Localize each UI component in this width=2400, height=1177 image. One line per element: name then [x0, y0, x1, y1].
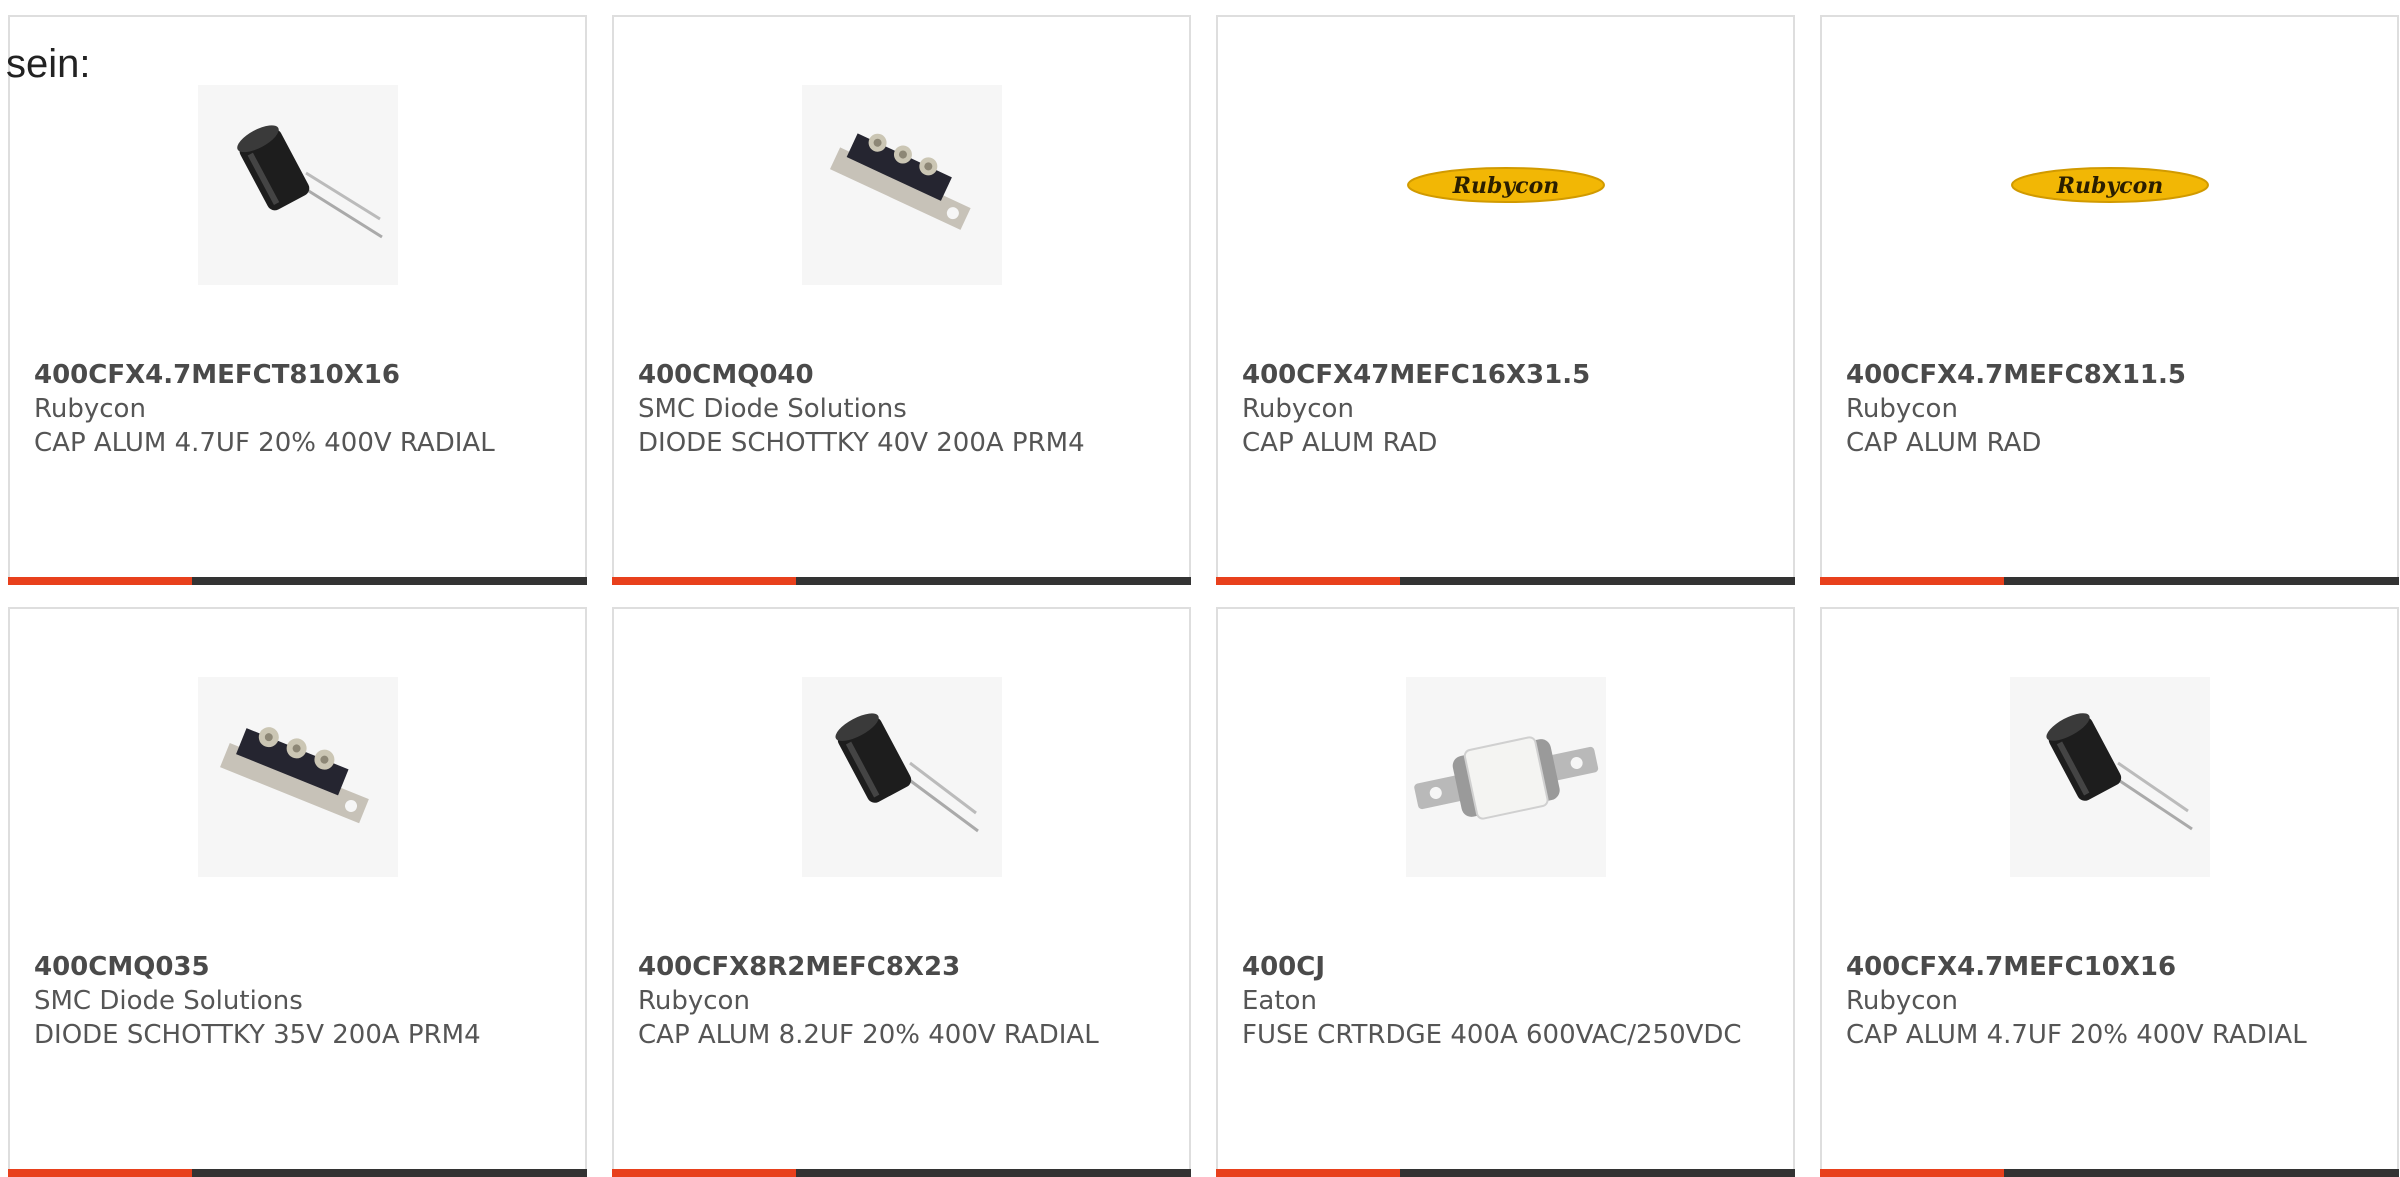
- product-card[interactable]: 400CFX8R2MEFC8X23 Rubycon CAP ALUM 8.2UF…: [612, 607, 1191, 1177]
- description: CAP ALUM 8.2UF 20% 400V RADIAL: [638, 1020, 1099, 1050]
- radial-capacitor-icon[interactable]: [801, 677, 1002, 877]
- product-card[interactable]: 400CMQ040 SMC Diode Solutions DIODE SCHO…: [612, 15, 1191, 585]
- part-number-link[interactable]: 400CFX8R2MEFC8X23: [638, 950, 1169, 984]
- card-accent-bar: [1216, 577, 1400, 585]
- card-accent-bar: [612, 577, 796, 585]
- description: CAP ALUM 4.7UF 20% 400V RADIAL: [1846, 1020, 2307, 1050]
- part-number-link[interactable]: 400CFX4.7MEFC10X16: [1846, 950, 2377, 984]
- card-accent-bar: [8, 1169, 192, 1177]
- product-card[interactable]: 400CMQ035 SMC Diode Solutions DIODE SCHO…: [8, 607, 587, 1177]
- manufacturer: SMC Diode Solutions: [638, 394, 907, 424]
- manufacturer: Rubycon: [34, 394, 146, 424]
- card-accent-bar: [1216, 1169, 1400, 1177]
- part-number-link[interactable]: 400CFX47MEFC16X31.5: [1242, 358, 1773, 392]
- intro-text: sein:: [6, 42, 91, 86]
- product-card[interactable]: Rubycon 400CFX4.7MEFC8X11.5 Rubycon CAP …: [1820, 15, 2399, 585]
- product-info: 400CMQ040 SMC Diode Solutions DIODE SCHO…: [638, 358, 1169, 460]
- part-number-link[interactable]: 400CMQ035: [34, 950, 565, 984]
- card-bottom-bar: [1820, 1169, 2399, 1177]
- rubycon-logo[interactable]: Rubycon: [1406, 85, 1606, 285]
- card-bottom-bar: [612, 577, 1191, 585]
- manufacturer: Rubycon: [1846, 394, 1958, 424]
- card-bottom-bar: [1820, 577, 2399, 585]
- card-accent-bar: [612, 1169, 796, 1177]
- card-bottom-bar: [612, 1169, 1191, 1177]
- manufacturer: Rubycon: [1846, 986, 1958, 1016]
- manufacturer: SMC Diode Solutions: [34, 986, 303, 1016]
- card-accent-bar: [8, 577, 192, 585]
- product-info: 400CFX4.7MEFC10X16 Rubycon CAP ALUM 4.7U…: [1846, 950, 2377, 1052]
- manufacturer: Rubycon: [1242, 394, 1354, 424]
- manufacturer: Eaton: [1242, 986, 1317, 1016]
- cartridge-fuse-icon[interactable]: [1405, 677, 1606, 877]
- logo-text: Rubycon: [1451, 173, 1559, 199]
- card-bottom-bar: [8, 577, 587, 585]
- description: CAP ALUM RAD: [1242, 428, 1438, 458]
- product-card[interactable]: 400CFX4.7MEFCT810X16 Rubycon CAP ALUM 4.…: [8, 15, 587, 585]
- part-number-link[interactable]: 400CJ: [1242, 950, 1773, 984]
- product-card[interactable]: 400CFX4.7MEFC10X16 Rubycon CAP ALUM 4.7U…: [1820, 607, 2399, 1177]
- card-accent-bar: [1820, 1169, 2004, 1177]
- card-accent-bar: [1820, 577, 2004, 585]
- description: CAP ALUM RAD: [1846, 428, 2042, 458]
- product-info: 400CFX4.7MEFC8X11.5 Rubycon CAP ALUM RAD: [1846, 358, 2377, 460]
- product-info: 400CMQ035 SMC Diode Solutions DIODE SCHO…: [34, 950, 565, 1052]
- product-card[interactable]: Rubycon 400CFX47MEFC16X31.5 Rubycon CAP …: [1216, 15, 1795, 585]
- card-bottom-bar: [1216, 1169, 1795, 1177]
- description: FUSE CRTRDGE 400A 600VAC/250VDC: [1242, 1020, 1742, 1050]
- product-card[interactable]: 400CJ Eaton FUSE CRTRDGE 400A 600VAC/250…: [1216, 607, 1795, 1177]
- manufacturer: Rubycon: [638, 986, 750, 1016]
- product-info: 400CFX8R2MEFC8X23 Rubycon CAP ALUM 8.2UF…: [638, 950, 1169, 1052]
- part-number-link[interactable]: 400CFX4.7MEFC8X11.5: [1846, 358, 2377, 392]
- part-number-link[interactable]: 400CFX4.7MEFCT810X16: [34, 358, 565, 392]
- card-bottom-bar: [8, 1169, 587, 1177]
- part-number-link[interactable]: 400CMQ040: [638, 358, 1169, 392]
- product-info: 400CJ Eaton FUSE CRTRDGE 400A 600VAC/250…: [1242, 950, 1773, 1052]
- radial-capacitor-icon[interactable]: [2009, 677, 2210, 877]
- logo-text: Rubycon: [2055, 173, 2163, 199]
- radial-capacitor-icon[interactable]: [197, 85, 398, 285]
- description: DIODE SCHOTTKY 35V 200A PRM4: [34, 1020, 481, 1050]
- rubycon-logo[interactable]: Rubycon: [2010, 85, 2210, 285]
- diode-module-icon[interactable]: [197, 677, 398, 877]
- product-info: 400CFX4.7MEFCT810X16 Rubycon CAP ALUM 4.…: [34, 358, 565, 460]
- card-bottom-bar: [1216, 577, 1795, 585]
- product-info: 400CFX47MEFC16X31.5 Rubycon CAP ALUM RAD: [1242, 358, 1773, 460]
- product-grid: 400CFX4.7MEFCT810X16 Rubycon CAP ALUM 4.…: [0, 0, 2399, 1177]
- description: DIODE SCHOTTKY 40V 200A PRM4: [638, 428, 1085, 458]
- diode-module-icon[interactable]: [801, 85, 1002, 285]
- description: CAP ALUM 4.7UF 20% 400V RADIAL: [34, 428, 495, 458]
